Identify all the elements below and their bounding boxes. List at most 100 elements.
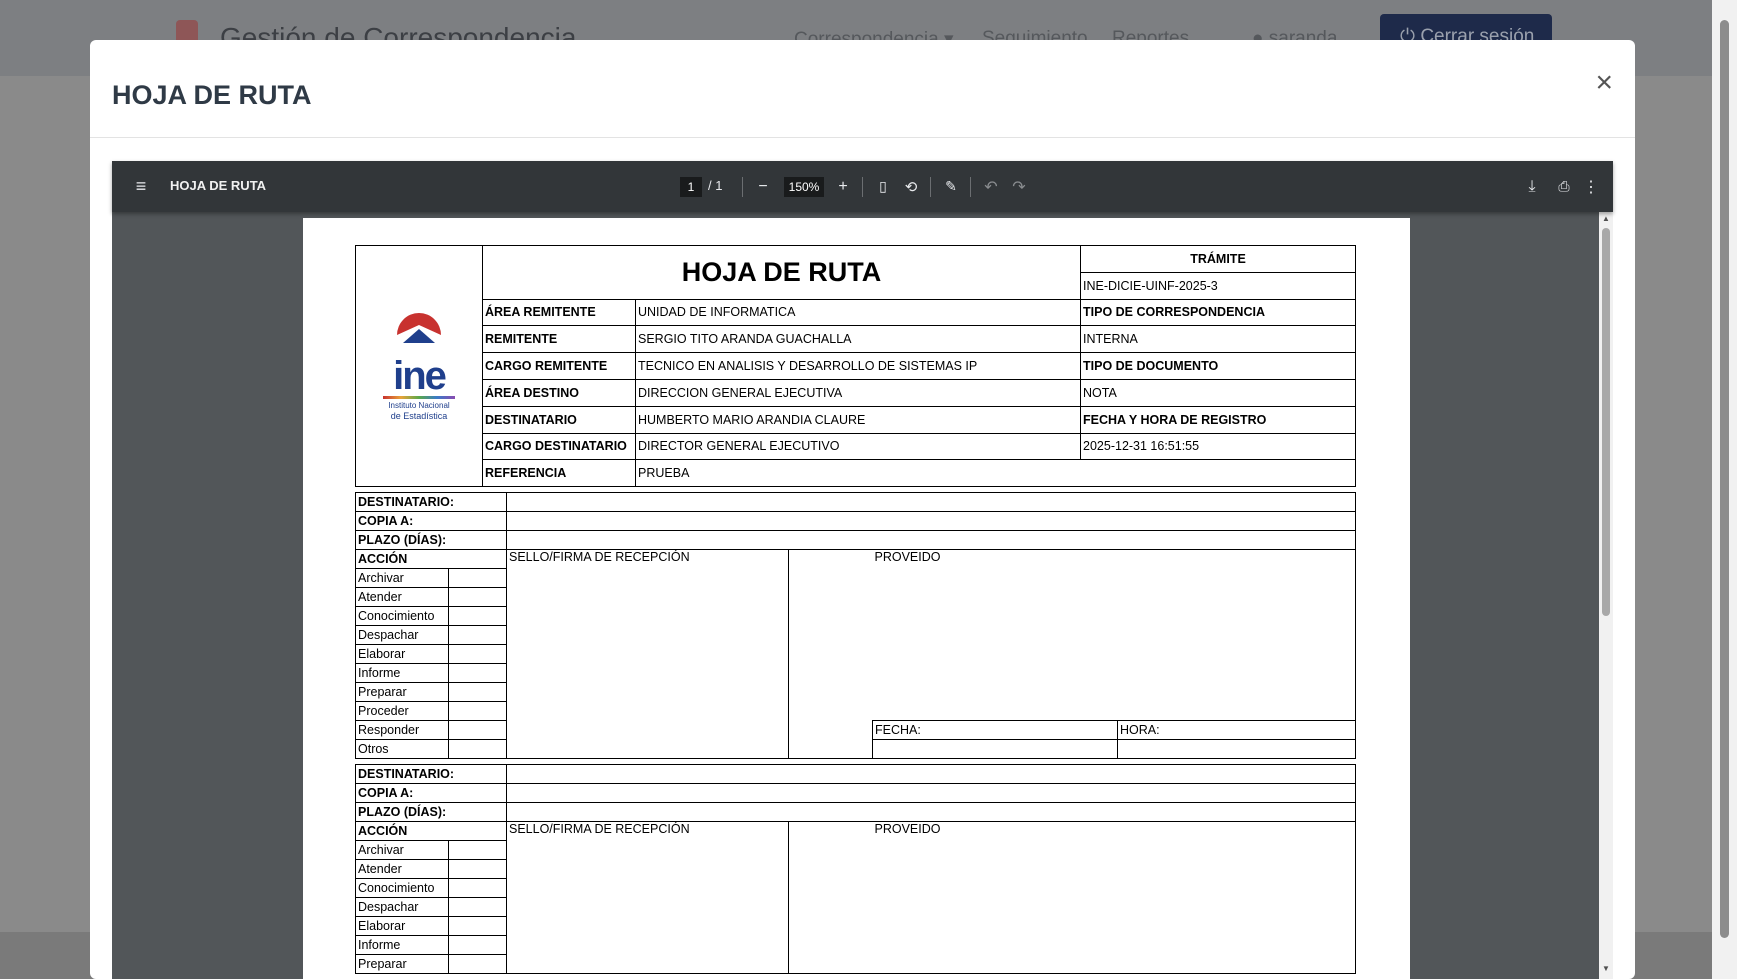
accion-item: Informe <box>355 663 449 684</box>
tramite-label: TRÁMITE <box>1080 245 1357 273</box>
row-value: DIRECTOR GENERAL EJECUTIVO <box>634 432 1082 461</box>
logo-sub1: Instituto Nacional <box>388 400 450 410</box>
page-number-input[interactable]: 1 <box>680 177 702 197</box>
plazo-field[interactable] <box>506 802 1356 823</box>
row-value: TECNICO EN ANALISIS Y DESARROLLO DE SIST… <box>634 352 1082 380</box>
scroll-thumb[interactable] <box>1602 228 1610 616</box>
print-icon[interactable]: ⎙ <box>1550 161 1578 212</box>
row-value: DIRECCION GENERAL EJECUTIVA <box>634 378 1082 407</box>
page-scrollbar[interactable] <box>1712 0 1737 979</box>
route-block-1: DESTINATARIO: COPIA A: PLAZO (DÍAS): ACC… <box>355 492 1356 760</box>
redo-icon[interactable]: ↷ <box>1006 161 1032 212</box>
accion-check[interactable] <box>448 739 507 760</box>
page-total: / 1 <box>708 178 723 193</box>
zoom-input[interactable]: 150% <box>784 177 824 197</box>
plazo-label: PLAZO (DÍAS): <box>355 802 507 823</box>
side-value: 2025-12-31 16:51:55 <box>1080 432 1357 461</box>
accion-check[interactable] <box>448 587 507 608</box>
row-label: DESTINATARIO <box>482 405 636 434</box>
scroll-down-icon[interactable]: ▼ <box>1601 964 1611 973</box>
proveido-label: PROVEIDO <box>872 821 1356 975</box>
toolbar-divider <box>970 177 971 197</box>
route-sheet-modal: HOJA DE RUTA × ≡ HOJA DE RUTA 1 / 1 − 15… <box>90 40 1635 979</box>
accion-check[interactable] <box>448 682 507 703</box>
annotate-icon[interactable]: ✎ <box>938 161 964 212</box>
accion-check[interactable] <box>448 878 507 899</box>
destinatario-label: DESTINATARIO: <box>355 764 507 785</box>
row-value: SERGIO TITO ARANDA GUACHALLA <box>634 325 1082 354</box>
pdf-toolbar: ≡ HOJA DE RUTA 1 / 1 − 150% + ▯ ⟲ ✎ ↶ ↷ … <box>112 161 1613 212</box>
accion-check[interactable] <box>448 859 507 880</box>
more-options-icon[interactable]: ⋮ <box>1580 161 1602 212</box>
accion-item: Conocimiento <box>355 606 449 627</box>
accion-check[interactable] <box>448 625 507 646</box>
fit-page-icon[interactable]: ▯ <box>870 161 896 212</box>
row-label: ÁREA REMITENTE <box>482 298 636 327</box>
copia-field[interactable] <box>506 783 1356 804</box>
accion-label: ACCIÓN <box>355 549 507 570</box>
side-value: INTERNA <box>1080 325 1357 354</box>
row-label: ÁREA DESTINO <box>482 378 636 407</box>
row-label: REMITENTE <box>482 325 636 354</box>
accion-check[interactable] <box>448 606 507 627</box>
accion-check[interactable] <box>448 701 507 722</box>
accion-item: Conocimiento <box>355 878 449 899</box>
accion-check[interactable] <box>448 916 507 937</box>
copia-label: COPIA A: <box>355 783 507 804</box>
hora-field[interactable] <box>1117 739 1356 760</box>
accion-item: Atender <box>355 587 449 608</box>
hora-label: HORA: <box>1117 720 1356 741</box>
rotate-icon[interactable]: ⟲ <box>898 161 924 212</box>
accion-check[interactable] <box>448 954 507 975</box>
pdf-page: ine Instituto Nacional de Estadística HO… <box>303 218 1410 979</box>
scroll-up-icon[interactable]: ▲ <box>1601 214 1611 223</box>
accion-item: Responder <box>355 720 449 741</box>
pdf-scrollbar[interactable]: ▲ ▼ <box>1599 212 1613 979</box>
plazo-field[interactable] <box>506 530 1356 551</box>
side-label: TIPO DE DOCUMENTO <box>1080 352 1357 380</box>
copia-label: COPIA A: <box>355 511 507 532</box>
zoom-in-icon[interactable]: + <box>830 161 856 212</box>
menu-icon[interactable]: ≡ <box>126 161 156 212</box>
download-icon[interactable]: ⤓ <box>1518 161 1546 212</box>
accion-check[interactable] <box>448 568 507 589</box>
destinatario-field[interactable] <box>506 764 1356 785</box>
accion-item: Atender <box>355 859 449 880</box>
close-icon[interactable]: × <box>1595 66 1613 100</box>
accion-check[interactable] <box>448 720 507 741</box>
accion-item: Preparar <box>355 954 449 975</box>
undo-icon[interactable]: ↶ <box>978 161 1004 212</box>
logo-sub2: de Estadística <box>390 410 448 421</box>
accion-item: Informe <box>355 935 449 956</box>
copia-field[interactable] <box>506 511 1356 532</box>
fecha-field[interactable] <box>872 739 1118 760</box>
proveido-label: PROVEIDO <box>872 549 1356 722</box>
accion-check[interactable] <box>448 935 507 956</box>
route-sheet-document: ine Instituto Nacional de Estadística HO… <box>355 244 1357 975</box>
row-value: HUMBERTO MARIO ARANDIA CLAURE <box>634 405 1082 434</box>
accion-item: Despachar <box>355 897 449 918</box>
toolbar-divider <box>930 177 931 197</box>
accion-check[interactable] <box>448 663 507 684</box>
toolbar-divider <box>742 177 743 197</box>
accion-item: Elaborar <box>355 916 449 937</box>
accion-check[interactable] <box>448 897 507 918</box>
accion-check[interactable] <box>448 644 507 665</box>
ine-logo-text: ine <box>393 353 447 398</box>
ine-logo: ine Instituto Nacional de Estadística <box>379 311 459 421</box>
accion-item: Archivar <box>355 568 449 589</box>
destinatario-field[interactable] <box>506 492 1356 513</box>
accion-item: Otros <box>355 739 449 760</box>
document-heading: HOJA DE RUTA <box>481 245 1082 300</box>
accion-label: ACCIÓN <box>355 821 507 842</box>
destinatario-label: DESTINATARIO: <box>355 492 507 513</box>
pdf-viewer: ≡ HOJA DE RUTA 1 / 1 − 150% + ▯ ⟲ ✎ ↶ ↷ … <box>112 161 1613 979</box>
row-label: CARGO REMITENTE <box>482 352 636 380</box>
accion-check[interactable] <box>448 840 507 861</box>
pdf-pages-area[interactable]: ine Instituto Nacional de Estadística HO… <box>112 212 1613 979</box>
zoom-out-icon[interactable]: − <box>750 161 776 212</box>
accion-item: Despachar <box>355 625 449 646</box>
page-scroll-thumb[interactable] <box>1720 20 1729 938</box>
route-block-2: DESTINATARIO: COPIA A: PLAZO (DÍAS): ACC… <box>355 764 1356 975</box>
ine-emblem-icon <box>397 312 441 343</box>
